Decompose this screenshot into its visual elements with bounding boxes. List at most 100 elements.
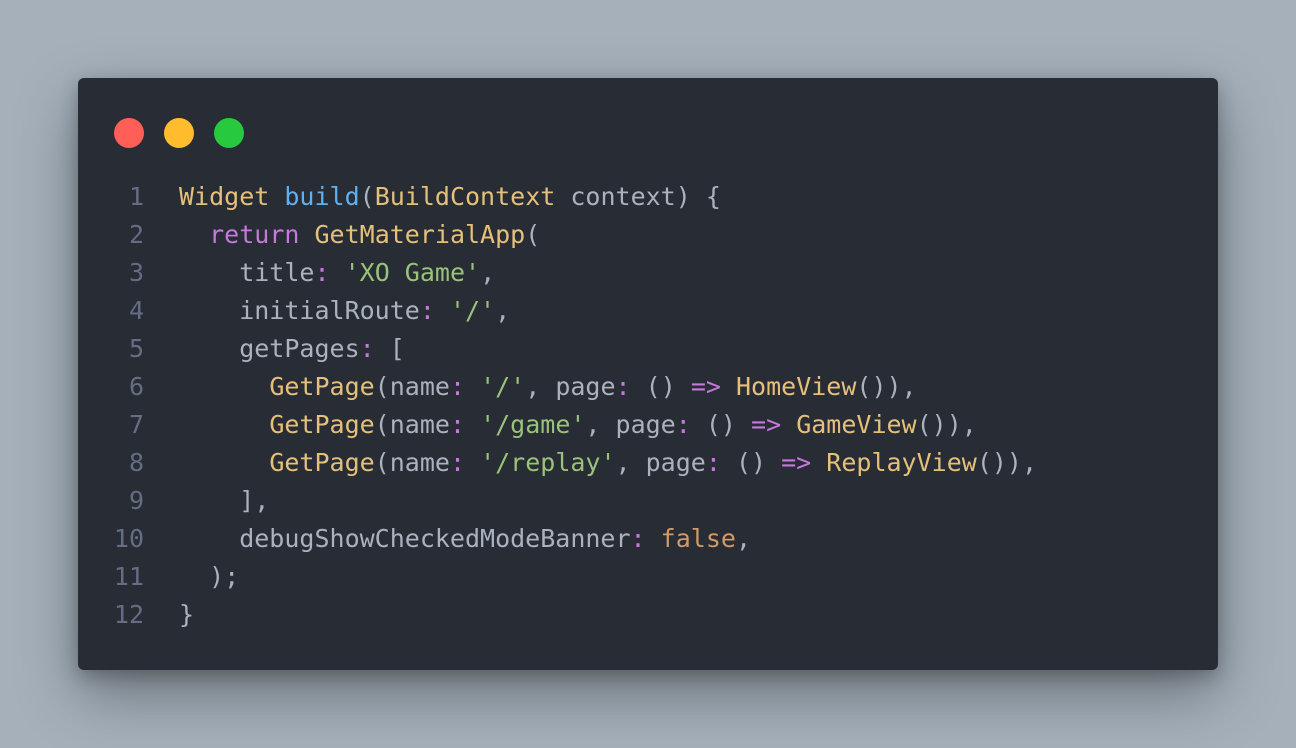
code-token: HomeView xyxy=(735,372,857,401)
code-token: GetMaterialApp xyxy=(314,220,526,249)
code-token: , xyxy=(495,296,511,325)
line-source: getPages: [ xyxy=(179,330,405,368)
line-source: debugShowCheckedModeBanner: false, xyxy=(179,520,751,558)
code-line: 3 title: 'XO Game', xyxy=(78,254,1218,292)
code-token: ( xyxy=(525,220,541,249)
code-token: , page xyxy=(615,448,706,477)
code-token: , xyxy=(735,524,751,553)
code-token: '/replay' xyxy=(480,448,616,477)
code-token: () xyxy=(630,372,691,401)
code-token: build xyxy=(284,182,360,211)
code-token: ( xyxy=(359,182,375,211)
code-token: => xyxy=(751,410,782,439)
code-token: : xyxy=(630,524,646,553)
code-token: : xyxy=(314,258,330,287)
line-source: return GetMaterialApp( xyxy=(179,216,540,254)
code-token: (name xyxy=(374,372,450,401)
line-source: ], xyxy=(179,482,269,520)
line-number: 2 xyxy=(128,220,144,249)
code-token: (name xyxy=(374,410,450,439)
close-window-button[interactable] xyxy=(114,118,144,148)
line-source: GetPage(name: '/replay', page: () => Rep… xyxy=(179,444,1037,482)
code-token: debugShowCheckedModeBanner xyxy=(179,524,631,553)
code-token: , page xyxy=(585,410,676,439)
code-token: , xyxy=(480,258,496,287)
code-token: : xyxy=(705,448,721,477)
code-token: ()), xyxy=(976,448,1038,477)
code-token: } xyxy=(179,600,195,629)
code-token: GetPage xyxy=(269,410,375,439)
code-token: () xyxy=(690,410,752,439)
code-token: GetPage xyxy=(269,372,375,401)
line-number: 8 xyxy=(128,448,144,477)
code-token: getPages xyxy=(179,334,360,363)
code-line: 8 GetPage(name: '/replay', page: () => R… xyxy=(78,444,1218,482)
code-line: 11 ); xyxy=(78,558,1218,596)
code-token: : xyxy=(615,372,631,401)
minimize-window-button[interactable] xyxy=(164,118,194,148)
code-token: () xyxy=(720,448,782,477)
line-number: 4 xyxy=(128,296,144,325)
code-token: '/' xyxy=(449,296,496,325)
code-token: Widget xyxy=(179,182,270,211)
code-token: '/game' xyxy=(480,410,586,439)
line-number: 7 xyxy=(128,410,144,439)
code-token: , page xyxy=(525,372,616,401)
code-token: context) { xyxy=(555,182,721,211)
code-token: : xyxy=(419,296,435,325)
line-number: 1 xyxy=(128,182,144,211)
code-token: 'XO Game' xyxy=(344,258,481,287)
line-source: initialRoute: '/', xyxy=(179,292,510,330)
code-line: 5 getPages: [ xyxy=(78,330,1218,368)
code-line: 7 GetPage(name: '/game', page: () => Gam… xyxy=(78,406,1218,444)
code-token: ); xyxy=(179,562,240,591)
code-line: 12} xyxy=(78,596,1218,634)
code-window: 1 Widget build(BuildContext context) {2 r… xyxy=(78,78,1218,670)
line-number: 6 xyxy=(128,372,144,401)
code-token: : xyxy=(449,410,465,439)
code-token: ], xyxy=(179,486,270,515)
code-token: GetPage xyxy=(269,448,375,477)
line-number: 3 xyxy=(128,258,144,287)
code-token: [ xyxy=(374,334,405,363)
line-source: ); xyxy=(179,558,239,596)
code-token: initialRoute xyxy=(179,296,420,325)
maximize-window-button[interactable] xyxy=(214,118,244,148)
line-number: 9 xyxy=(128,486,144,515)
code-token: : xyxy=(449,448,465,477)
code-token: => xyxy=(690,372,721,401)
code-token: false xyxy=(660,524,736,553)
line-number: 11 xyxy=(113,562,144,591)
code-line: 1 Widget build(BuildContext context) { xyxy=(78,178,1218,216)
code-line: 2 return GetMaterialApp( xyxy=(78,216,1218,254)
line-number: 5 xyxy=(128,334,144,363)
code-token: ()), xyxy=(916,410,977,439)
code-token: GameView xyxy=(796,410,917,439)
line-source: } xyxy=(179,596,194,634)
code-line: 6 GetPage(name: '/', page: () => HomeVie… xyxy=(78,368,1218,406)
code-token: : xyxy=(449,372,465,401)
line-source: GetPage(name: '/game', page: () => GameV… xyxy=(179,406,977,444)
code-line: 4 initialRoute: '/', xyxy=(78,292,1218,330)
line-source: Widget build(BuildContext context) { xyxy=(179,178,721,216)
line-number: 12 xyxy=(113,600,144,629)
code-token: (name xyxy=(374,448,450,477)
line-source: GetPage(name: '/', page: () => HomeView(… xyxy=(179,368,916,406)
line-number: 10 xyxy=(113,524,144,553)
code-line: 10 debugShowCheckedModeBanner: false, xyxy=(78,520,1218,558)
line-source: title: 'XO Game', xyxy=(179,254,495,292)
code-token: BuildContext xyxy=(374,182,556,211)
